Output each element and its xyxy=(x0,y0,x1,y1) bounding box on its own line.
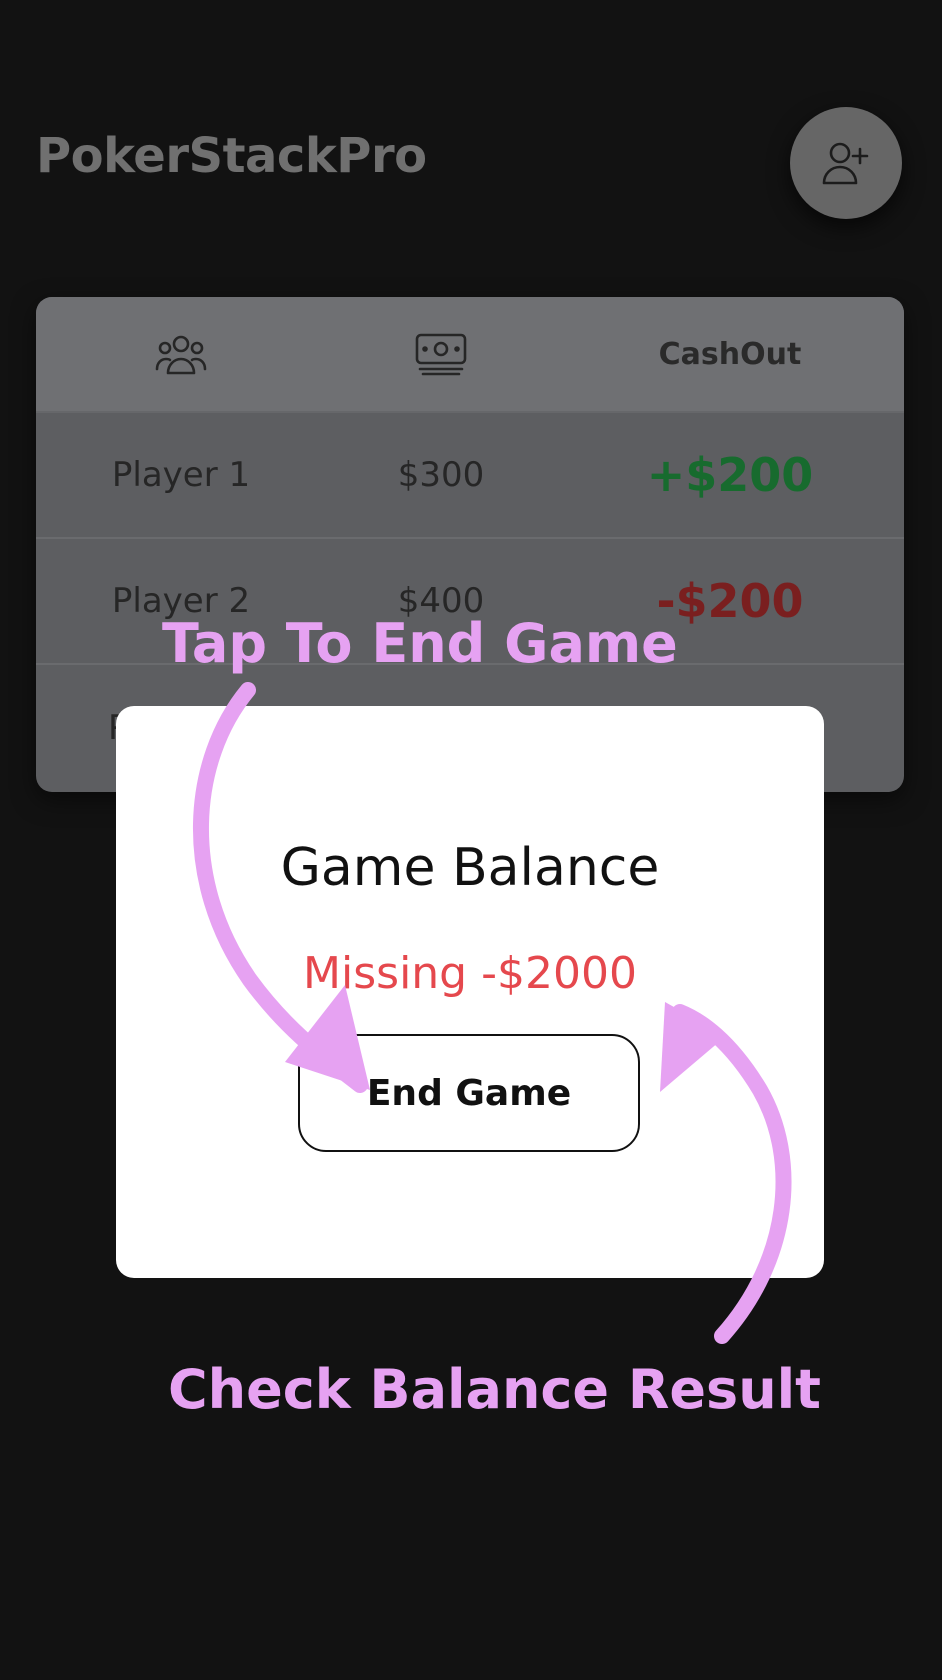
column-players xyxy=(36,331,326,377)
balance-status: Missing -$2000 xyxy=(303,948,637,999)
table-header: CashOut xyxy=(36,297,904,413)
column-buyin xyxy=(326,331,556,377)
buyin-amount: $300 xyxy=(397,455,485,495)
players-group-icon xyxy=(155,335,207,375)
modal-title: Game Balance xyxy=(280,838,660,898)
app-screen: PokerStackPro CashOut Player 1 $300 +$20… xyxy=(0,0,942,1680)
tutorial-caption-bottom: Check Balance Result xyxy=(168,1358,821,1421)
add-player-button[interactable] xyxy=(790,107,902,219)
cashout-amount: -$200 xyxy=(656,574,804,628)
cashout-header-label: CashOut xyxy=(658,336,802,372)
player-name: Player 1 xyxy=(111,455,251,495)
column-cashout: CashOut xyxy=(556,337,904,372)
game-balance-modal: Game Balance Missing -$2000 End Game xyxy=(116,706,824,1278)
cash-stack-icon xyxy=(415,333,467,376)
app-title: PokerStackPro xyxy=(36,128,427,184)
user-plus-icon xyxy=(822,142,869,185)
table-row[interactable]: Player 1 $300 +$200 xyxy=(36,413,904,539)
end-game-button[interactable]: End Game xyxy=(298,1034,640,1152)
cashout-amount: +$200 xyxy=(646,448,814,502)
tutorial-caption-top: Tap To End Game xyxy=(162,612,678,675)
